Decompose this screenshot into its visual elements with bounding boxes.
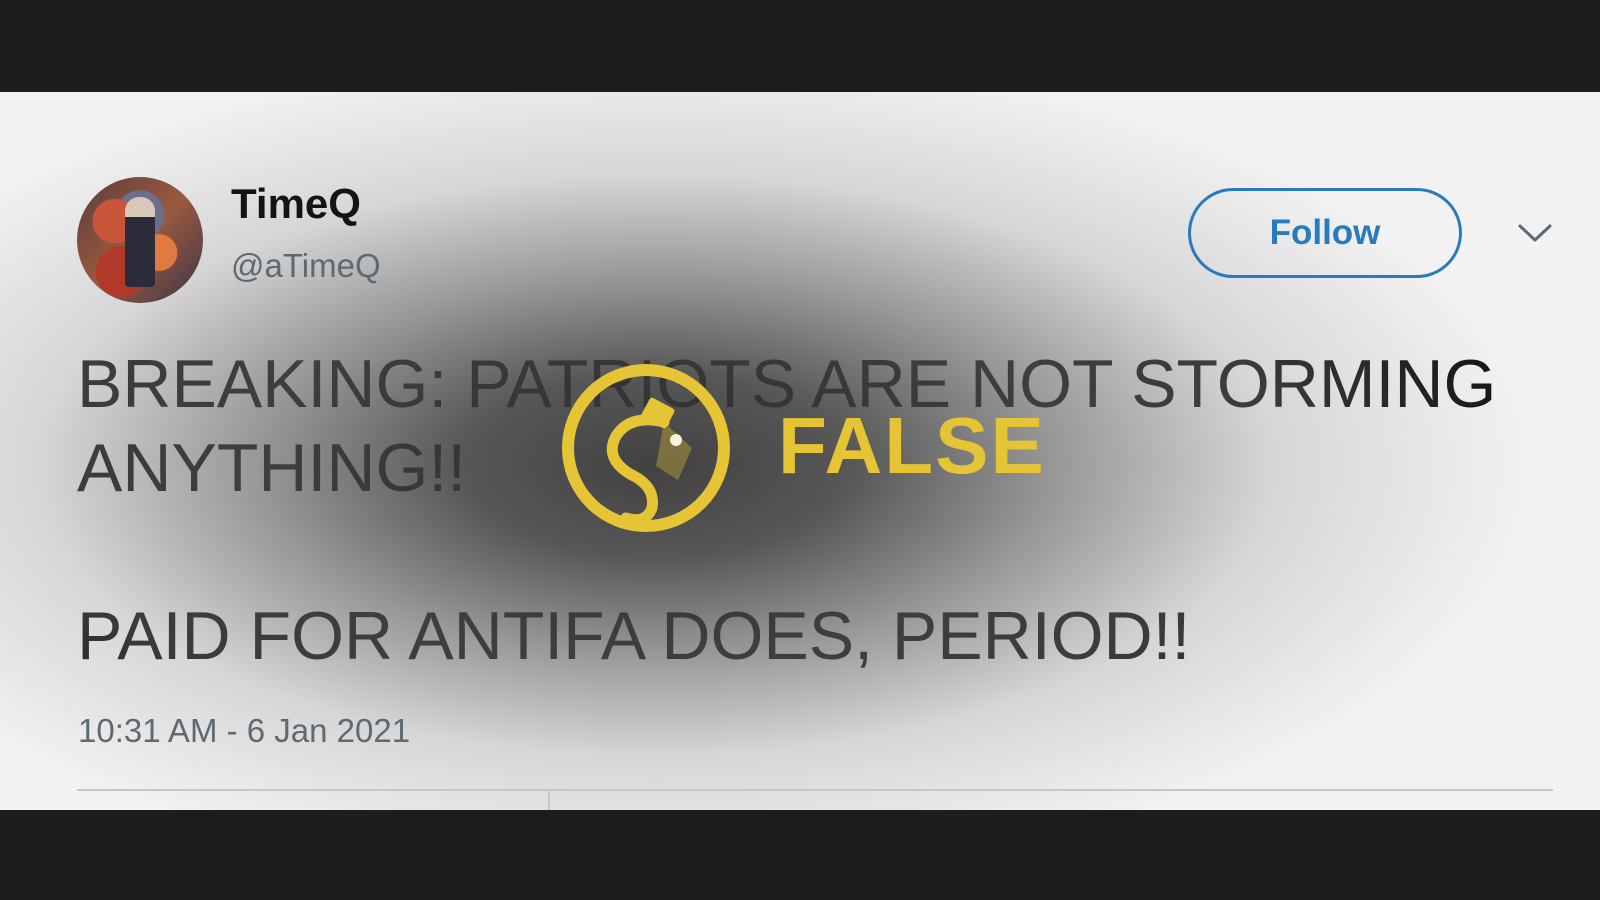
chevron-down-icon[interactable] <box>1518 223 1552 243</box>
tweet-text-line: PAID FOR ANTIFA DOES, PERIOD!! <box>77 598 1191 674</box>
page: TimeQ @aTimeQ Follow BREAKING: PATRIOTS … <box>0 0 1600 900</box>
snopes-logo-icon <box>562 364 730 532</box>
divider <box>77 789 1553 791</box>
avatar[interactable] <box>77 177 203 303</box>
avatar-figure <box>125 197 155 287</box>
tweet-timestamp[interactable]: 10:31 AM - 6 Jan 2021 <box>78 714 410 747</box>
fact-check-verdict: FALSE <box>560 362 1044 534</box>
follow-button[interactable]: Follow <box>1188 188 1462 278</box>
author-handle[interactable]: @aTimeQ <box>231 249 381 282</box>
verdict-label: FALSE <box>778 401 1046 490</box>
author-display-name[interactable]: TimeQ <box>231 183 361 225</box>
divider-tick <box>548 789 550 810</box>
